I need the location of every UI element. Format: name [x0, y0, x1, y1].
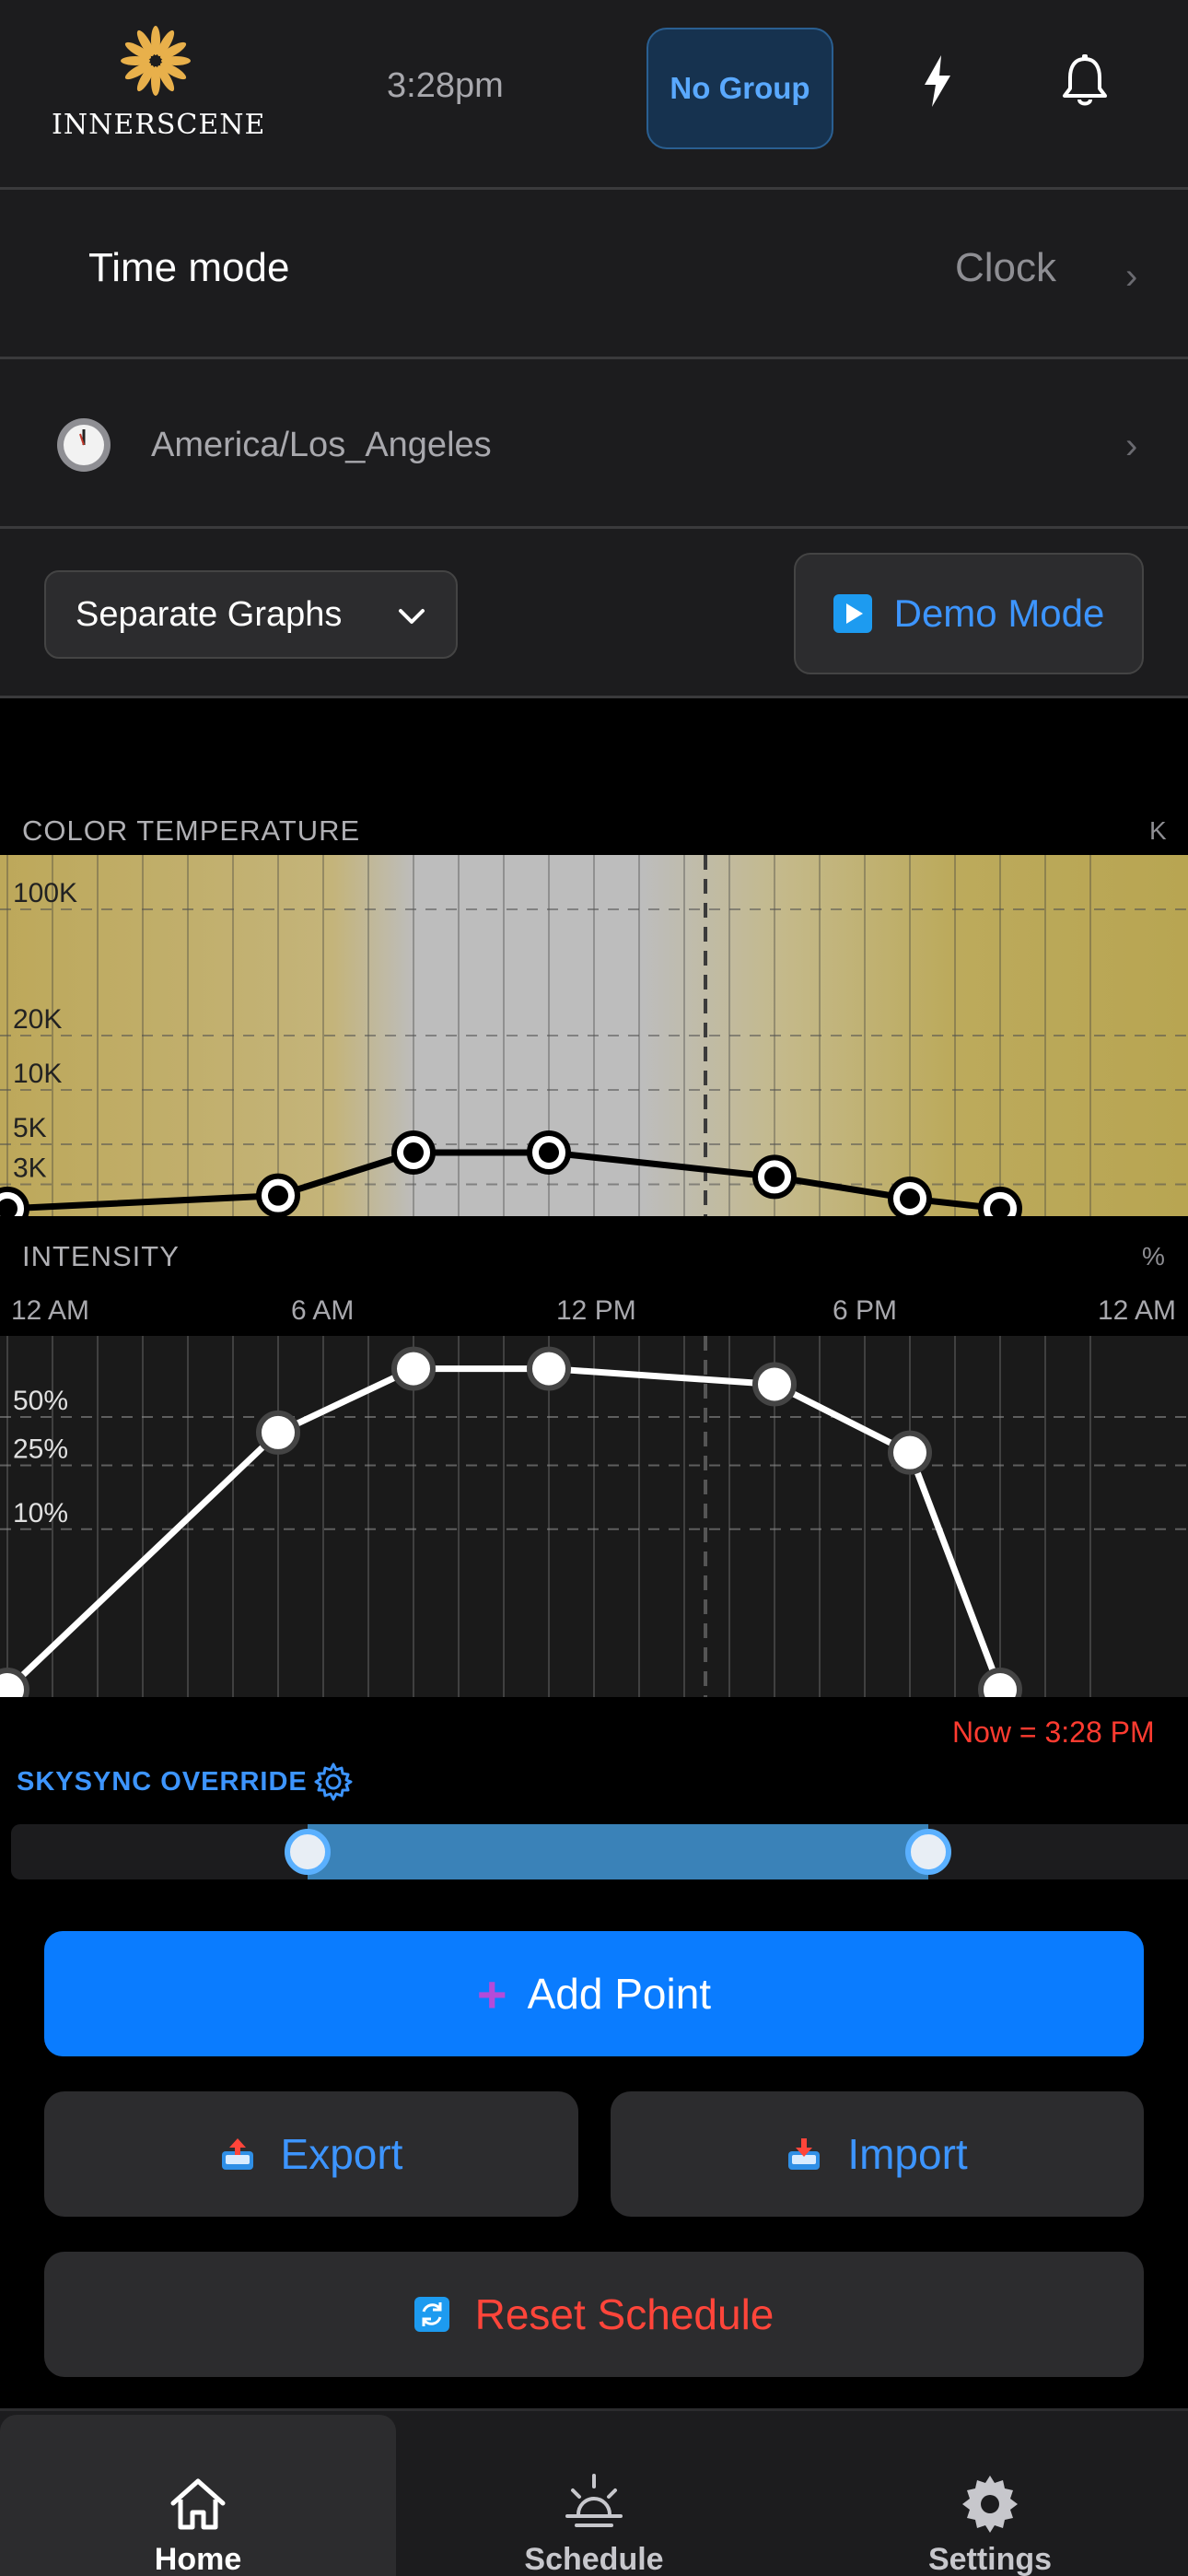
- controls-row: Separate Graphs Demo Mode: [0, 529, 1188, 698]
- export-icon: [221, 2138, 253, 2170]
- clock-icon: [57, 418, 111, 472]
- data-point-center: [403, 1142, 424, 1163]
- bell-icon[interactable]: [1061, 53, 1109, 109]
- lightning-icon[interactable]: [919, 53, 956, 109]
- data-point-center: [539, 1358, 559, 1379]
- plus-icon: +: [476, 1964, 507, 2023]
- x-tick: 6 AM: [291, 1295, 355, 1326]
- tab-schedule[interactable]: Schedule: [396, 2415, 792, 2576]
- play-icon: [833, 594, 872, 633]
- sunrise-icon: [565, 2474, 623, 2527]
- time-mode-value: Clock: [955, 245, 1057, 290]
- intensity-label: INTENSITY: [22, 1240, 180, 1272]
- chevron-down-icon: [399, 609, 425, 624]
- timezone-value: America/Los_Angeles: [151, 426, 492, 464]
- y-axis-label: 10K: [13, 1059, 62, 1089]
- tab-schedule-label: Schedule: [524, 2542, 664, 2576]
- export-button[interactable]: Export: [44, 2091, 578, 2217]
- group-button[interactable]: No Group: [646, 28, 833, 149]
- import-label: Import: [847, 2130, 968, 2178]
- logo: INNERSCENE: [52, 20, 266, 141]
- data-point-center: [764, 1374, 785, 1395]
- graph-mode-value: Separate Graphs: [76, 594, 343, 634]
- data-point-center: [900, 1442, 920, 1463]
- skysync-override-label: SKYSYNC OVERRIDE: [17, 1767, 308, 1797]
- intensity-unit: %: [1142, 1242, 1165, 1270]
- y-axis-label: 10%: [13, 1498, 68, 1528]
- reset-schedule-label: Reset Schedule: [474, 2290, 775, 2338]
- color-temp-unit: K: [1149, 816, 1167, 845]
- y-axis-label: 5K: [13, 1113, 47, 1143]
- gear-icon: [962, 2476, 1018, 2533]
- refresh-icon: [413, 2297, 449, 2332]
- tab-home-label: Home: [154, 2542, 242, 2576]
- y-axis-label: 50%: [13, 1386, 68, 1416]
- x-tick: 12 PM: [556, 1295, 636, 1326]
- reset-schedule-button[interactable]: Reset Schedule: [44, 2252, 1144, 2377]
- y-axis-label: 3K: [13, 1153, 47, 1183]
- intensity-y-labels: 50% 25% 10%: [13, 1386, 68, 1528]
- data-point-center: [900, 1188, 920, 1210]
- x-tick: 6 PM: [833, 1295, 898, 1326]
- header-clock: 3:28pm: [387, 66, 504, 105]
- import-icon: [788, 2138, 821, 2170]
- x-tick: 12 AM: [1098, 1295, 1177, 1326]
- graph-mode-select[interactable]: Separate Graphs: [44, 570, 458, 659]
- now-label: Now = 3:28 PM: [952, 1715, 1155, 1749]
- demo-mode-button[interactable]: Demo Mode: [794, 553, 1144, 674]
- logo-text: INNERSCENE: [52, 109, 266, 141]
- data-point-center: [268, 1185, 288, 1206]
- color-temp-chart[interactable]: 100K 20K 10K 5K 3K: [0, 855, 1188, 1216]
- data-point-center: [268, 1422, 288, 1443]
- intensity-chart[interactable]: 50% 25% 10%: [0, 1336, 1188, 1697]
- gear-icon[interactable]: [313, 1762, 354, 1802]
- timezone-row[interactable]: America/Los_Angeles ›: [0, 359, 1188, 529]
- skysync-end-handle[interactable]: [904, 1829, 951, 1875]
- sun-flower-icon: [121, 26, 191, 96]
- y-axis-label: 25%: [13, 1434, 68, 1464]
- add-point-label: Add Point: [527, 1970, 712, 2018]
- data-point-center: [539, 1142, 559, 1163]
- data-point-center: [403, 1358, 424, 1379]
- data-point-center: [764, 1166, 785, 1188]
- tab-settings-label: Settings: [927, 2542, 1053, 2576]
- tab-bar: Home Schedule Settings: [0, 2408, 1188, 2576]
- import-button[interactable]: Import: [611, 2091, 1144, 2217]
- tab-settings[interactable]: Settings: [792, 2415, 1188, 2576]
- color-temp-label: COLOR TEMPERATURE: [22, 814, 361, 847]
- home-icon: [170, 2478, 226, 2530]
- x-tick: 12 AM: [11, 1295, 90, 1326]
- skysync-slider-range[interactable]: [308, 1824, 928, 1879]
- demo-mode-label: Demo Mode: [893, 591, 1105, 635]
- y-axis-label: 100K: [13, 878, 77, 908]
- time-mode-row[interactable]: Time mode Clock ›: [0, 190, 1188, 359]
- export-label: Export: [280, 2130, 403, 2178]
- add-point-button[interactable]: + Add Point: [44, 1931, 1144, 2056]
- header: INNERSCENE 3:28pm No Group: [0, 0, 1188, 190]
- time-mode-label: Time mode: [88, 245, 290, 290]
- chevron-right-icon: ›: [1125, 256, 1138, 297]
- chevron-right-icon: ›: [1125, 426, 1138, 466]
- y-axis-label: 20K: [13, 1004, 62, 1035]
- tab-home[interactable]: Home: [0, 2415, 396, 2576]
